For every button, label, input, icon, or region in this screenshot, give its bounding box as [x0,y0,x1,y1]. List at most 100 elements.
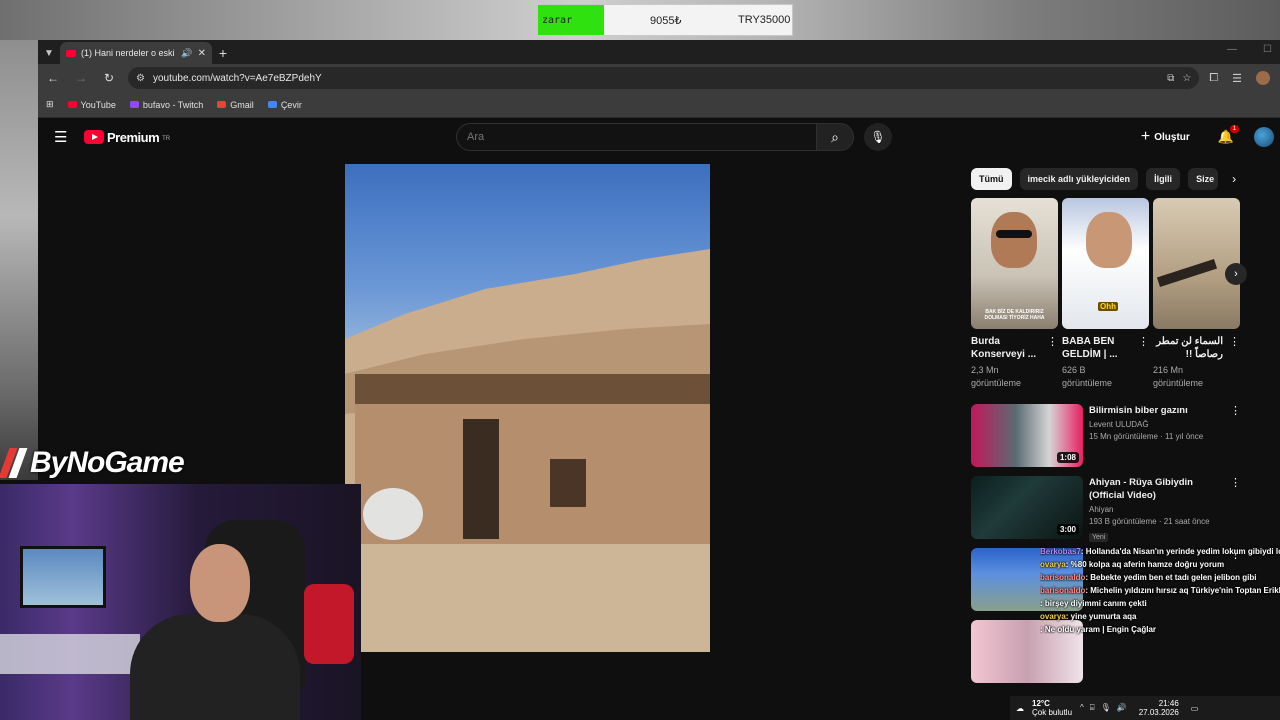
donation-amount-left: 9055₺ [650,14,682,27]
new-tab-button[interactable]: + [212,42,234,64]
video-title[interactable]: Bilirmisin biber gazını [1089,404,1227,417]
chat-message: barisonaldo: Bebekte yedim ben et tadı g… [1040,573,1257,582]
install-app-icon[interactable]: ⧉ [1167,73,1174,84]
weather-widget[interactable]: 12°C Çok bulutlu [1032,699,1072,717]
search-button[interactable]: ⌕ [816,123,854,151]
chat-message: barisonaldo: Michelin yıldızını hırsız a… [1040,586,1280,595]
sponsor-logo-overlay: ByNoGame [0,441,185,485]
donation-tag: zarar [538,5,604,35]
more-vertical-icon[interactable]: ⋮ [1230,404,1241,417]
short-views: 2,3 Mn görüntüleme [971,365,1022,388]
reading-list-icon[interactable]: ☰ [1232,72,1242,85]
weather-icon: ☁ [1016,703,1024,713]
chat-message: ovarya: yine yumurta aqa [1040,612,1137,621]
extensions-icon[interactable]: ⧠ [1209,72,1218,85]
bookmark-youtube[interactable]: YouTube [67,100,116,110]
chip-related[interactable]: İlgili [1146,168,1181,190]
bookmarks-bar: ⊞ YouTube bufavo - Twitch Gmail Çevir [38,92,1280,118]
duration-badge: 3:00 [1056,524,1079,535]
chevron-right-icon: › [1234,268,1238,280]
stream-chat-overlay: Berkobas7: Hollanda'da Nisan'ın yerinde … [1040,545,1280,636]
plus-icon: + [1140,128,1151,145]
close-tab-icon[interactable]: ✕ [198,48,206,59]
short-item[interactable]: Ohh BABA BEN GELDİM | ... ⋮ 626 Bgörüntü… [1062,198,1149,398]
search-box: ⌕ [456,123,854,151]
bookmark-gmail[interactable]: Gmail [217,100,254,110]
donation-amount-right: TRY35000 [738,14,791,26]
toolbar-icons: ⧠ ☰ [1209,71,1274,85]
filter-chips: Tümü imecik adlı yükleyiciden İlgili Siz… [971,168,1236,190]
video-thumbnail[interactable]: 1:08 [971,404,1083,467]
masthead-actions: + Oluştur 🔔 1 [1132,124,1274,150]
chevron-up-icon[interactable]: ^ [1080,703,1084,713]
bookmark-twitch[interactable]: bufavo - Twitch [129,100,203,110]
back-arrow-icon[interactable]: ← [44,71,62,85]
microphone-icon[interactable]: 🎙 [1101,703,1111,713]
tab-bar: ▼ (1) Hani nerdeler o eski ada 🔊 ✕ + — ☐ [38,40,1280,64]
network-icon[interactable]: ⌸ [1090,703,1095,713]
more-vertical-icon[interactable]: ⋮ [1229,335,1240,361]
window-controls: — ☐ [1227,44,1272,55]
youtube-logo[interactable]: Premium TR [84,130,170,145]
video-player[interactable] [345,164,710,652]
reload-icon[interactable]: ↻ [100,71,118,85]
short-item[interactable]: السماء لن تمطر رصاصاً !! ⋮ 216 Mn görüntü… [1153,198,1240,398]
tab-active[interactable]: (1) Hani nerdeler o eski ada 🔊 ✕ [60,42,212,64]
short-title[interactable]: BABA BEN GELDİM | ... [1062,335,1132,361]
list-item[interactable]: 1:08 Bilirmisin biber gazını Levent ULUD… [971,404,1241,476]
search-icon: ⌕ [831,128,839,145]
chip-all[interactable]: Tümü [971,168,1012,190]
omnibox[interactable]: ⚙ youtube.com/watch?v=Ae7eBZPdehY ⧉ ☆ [128,67,1200,89]
more-vertical-icon[interactable]: ⋮ [1047,335,1058,361]
more-vertical-icon[interactable]: ⋮ [1138,335,1149,361]
video-title[interactable]: Ahiyan - Rüya Gibiydin (Official Video) [1089,476,1227,502]
more-vertical-icon[interactable]: ⋮ [1230,476,1241,489]
twitch-bookmark-icon [129,101,139,108]
video-thumbnail[interactable]: 3:00 [971,476,1083,539]
short-thumbnail[interactable] [1153,198,1240,329]
shorts-next-button[interactable]: › [1225,263,1247,285]
list-item[interactable]: 3:00 Ahiyan - Rüya Gibiydin (Official Vi… [971,476,1241,548]
chat-message: : birşey diyimmi canım çekti [1040,599,1147,608]
system-tray: ^ ⌸ 🎙 🔊 [1080,703,1127,713]
url-text[interactable]: youtube.com/watch?v=Ae7eBZPdehY [153,73,322,84]
menu-hamburger-icon[interactable]: ☰ [38,128,78,146]
short-title[interactable]: السماء لن تمطر رصاصاً !! [1153,335,1223,361]
short-thumbnail[interactable]: Ohh [1062,198,1149,329]
stream-background-left [0,40,38,480]
clock[interactable]: 21:46 27.03.2026 [1139,699,1179,717]
forward-arrow-icon[interactable]: → [72,71,90,85]
bynogame-logo-icon [0,446,28,480]
channel-name[interactable]: Levent ULUDAĞ [1089,420,1227,429]
chip-for-you[interactable]: Size [1188,168,1219,190]
short-thumbnail[interactable]: BAK BİZ DE KALDIRIRIZ DOLMASI TİYORİZ HA… [971,198,1058,329]
shorts-shelf: BAK BİZ DE KALDIRIRIZ DOLMASI TİYORİZ HA… [971,198,1241,398]
notification-badge: 1 [1229,125,1239,133]
notifications-button[interactable]: 🔔 1 [1218,125,1239,145]
translate-bookmark-icon [267,101,277,108]
search-input[interactable] [456,123,816,151]
voice-search-button[interactable]: 🎙 [864,123,892,151]
chip-uploader[interactable]: imecik adlı yükleyiciden [1019,168,1139,190]
bookmark-star-icon[interactable]: ☆ [1182,73,1191,84]
youtube-bookmark-icon [67,101,77,108]
chevron-right-icon[interactable]: › [1232,172,1236,186]
chat-message: : Ne oldu yaram | Engin Çağlar [1040,625,1157,634]
minimize-icon[interactable]: — [1227,44,1237,55]
tab-search-chevron-icon[interactable]: ▼ [38,42,60,64]
site-info-icon[interactable]: ⚙ [136,73,145,84]
speaker-icon[interactable]: 🔊 [181,48,192,59]
short-item[interactable]: BAK BİZ DE KALDIRIRIZ DOLMASI TİYORİZ HA… [971,198,1058,398]
create-button[interactable]: + Oluştur [1132,124,1198,150]
apps-grid-icon[interactable]: ⊞ [46,99,54,110]
duration-badge: 1:08 [1056,452,1079,463]
short-title[interactable]: Burda Konserveyi ... [971,335,1041,361]
volume-icon[interactable]: 🔊 [1117,703,1127,713]
notification-center-icon[interactable]: ▭ [1191,704,1199,713]
account-avatar[interactable] [1254,127,1274,147]
profile-avatar[interactable] [1256,71,1270,85]
maximize-icon[interactable]: ☐ [1263,44,1272,55]
youtube-play-icon [84,130,104,144]
channel-name[interactable]: Ahiyan [1089,505,1227,514]
bookmark-translate[interactable]: Çevir [267,100,302,110]
